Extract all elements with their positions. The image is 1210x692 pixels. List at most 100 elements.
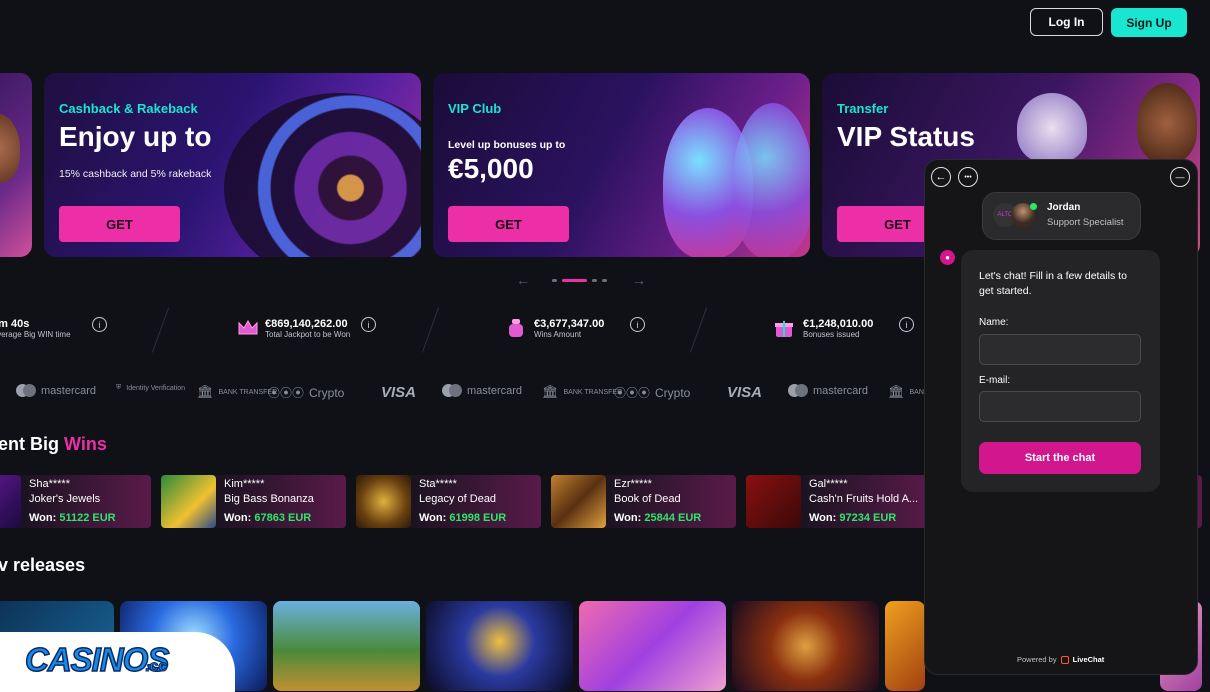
win-amount: Won: 25844 EUR <box>614 512 702 524</box>
name-field[interactable] <box>979 334 1141 365</box>
stat-wins-amount: €3,677,347.00 Wins Amount <box>534 318 604 339</box>
win-card[interactable]: Ezr***** Book of Dead Won: 25844 EUR <box>551 475 736 528</box>
game-tile[interactable] <box>579 601 726 691</box>
info-icon[interactable]: i <box>92 317 107 332</box>
chat-intro: Let's chat! Fill in a few details to get… <box>979 270 1127 297</box>
game-thumbnail <box>746 475 801 528</box>
info-icon[interactable]: i <box>899 317 914 332</box>
carousel-next-icon[interactable]: → <box>632 272 646 288</box>
game-thumbnail <box>356 475 411 528</box>
payment-bank: 🏛BANK TRANSFER <box>197 384 278 399</box>
stat-value: 5m 40s <box>0 318 30 330</box>
win-user: Gal***** <box>809 478 848 490</box>
payment-crypto: ⦿⦿⦿ Crypto <box>614 385 691 401</box>
payment-visa: VISA <box>381 384 417 401</box>
payment-identity: ⛨ Identity Verification <box>116 384 186 392</box>
powered-by: Powered by LiveChat <box>1017 655 1104 664</box>
game-tile[interactable] <box>426 601 573 691</box>
email-field[interactable] <box>979 391 1141 422</box>
divider <box>151 307 170 353</box>
banner-kicker: Transfer <box>837 101 889 116</box>
email-label: E-mail: <box>979 375 1011 386</box>
win-card[interactable]: Kim***** Big Bass Bonanza Won: 67863 EUR <box>161 475 346 528</box>
crown-icon <box>238 319 258 335</box>
person-image <box>0 113 20 183</box>
win-game: Legacy of Dead <box>419 493 497 505</box>
site-logo[interactable]: CASINOS .cc <box>0 632 235 692</box>
carousel-prev-icon[interactable]: ← <box>516 272 530 288</box>
login-button[interactable]: Log In <box>1030 8 1103 36</box>
banner-amount: €5,000 <box>448 153 534 184</box>
start-chat-button[interactable]: Start the chat <box>979 442 1141 474</box>
back-icon[interactable]: ← <box>931 167 951 187</box>
stat-bonuses-issued: €1,248,010.00 Bonuses issued <box>803 318 873 339</box>
stat-value: €869,140,262.00 <box>265 318 348 330</box>
roulette-image <box>224 93 421 257</box>
win-amount: Won: 97234 EUR <box>809 512 897 524</box>
carousel-dot[interactable] <box>602 279 607 282</box>
recent-wins-heading: ent Big Wins <box>0 434 107 454</box>
banner-title: VIP Status <box>837 121 975 152</box>
livechat-logo-icon <box>1060 655 1069 664</box>
banner-subtitle: Level up bonuses up to <box>448 139 566 151</box>
win-card[interactable]: Sta***** Legacy of Dead Won: 61998 EUR <box>356 475 541 528</box>
win-amount: Won: 51122 EUR <box>29 512 116 524</box>
win-game: Joker's Jewels <box>29 493 101 505</box>
bank-icon: 🏛 <box>542 384 559 399</box>
carousel-dot[interactable] <box>552 279 557 282</box>
money-bag-icon <box>509 319 523 337</box>
stat-total-jackpot: €869,140,262.00 Total Jackpot to be Won <box>265 318 350 339</box>
agent-name: Jordan <box>1047 202 1081 213</box>
banner-kicker: Cashback & Rakeback <box>59 101 198 116</box>
game-tile[interactable] <box>732 601 879 691</box>
win-game: Book of Dead <box>614 493 681 505</box>
powered-by-label: Powered by <box>1017 655 1057 664</box>
payment-mastercard: mastercard <box>442 384 522 397</box>
stat-label: Average Big WIN time <box>0 330 71 339</box>
info-icon[interactable]: i <box>630 317 645 332</box>
bank-icon: 🏛 <box>888 384 905 399</box>
more-options-icon[interactable]: ••• <box>958 167 978 187</box>
stat-label: Wins Amount <box>534 330 582 339</box>
banner-cashback[interactable]: Cashback & Rakeback Enjoy up to 15% cash… <box>44 73 421 257</box>
carousel-dots[interactable] <box>552 279 607 282</box>
divider <box>689 307 708 353</box>
powered-by-brand[interactable]: LiveChat <box>1073 655 1105 664</box>
agent-card: ALTO Jordan Support Specialist <box>982 192 1141 240</box>
online-status-icon <box>1030 203 1037 210</box>
mastercard-icon <box>788 384 808 397</box>
banner-partial-left[interactable] <box>0 73 32 257</box>
gift-icon <box>775 321 793 337</box>
coins-icon: ⦿⦿⦿ <box>268 386 305 400</box>
name-label: Name: <box>979 317 1009 328</box>
win-card[interactable]: Sha***** Joker's Jewels Won: 51122 EUR <box>0 475 151 528</box>
banner-get-button[interactable]: GET <box>59 206 180 242</box>
win-user: Kim***** <box>224 478 265 490</box>
signup-button[interactable]: Sign Up <box>1111 8 1187 37</box>
livechat-widget: ← ••• — ALTO Jordan Support Specialist ●… <box>924 159 1198 675</box>
statue-image <box>1017 93 1087 163</box>
new-releases-heading: v releases <box>0 555 86 575</box>
bank-icon: 🏛 <box>197 384 214 399</box>
win-user: Sta***** <box>419 478 457 490</box>
win-card[interactable]: Gal***** Cash'n Fruits Hold A... Won: 97… <box>746 475 931 528</box>
game-tile[interactable] <box>273 601 420 691</box>
agent-role: Support Specialist <box>1047 217 1124 228</box>
mastercard-icon <box>16 384 36 397</box>
carousel-dot-active[interactable] <box>562 279 587 282</box>
shield-icon: ⛨ <box>116 384 122 391</box>
banner-title: Enjoy up to <box>59 121 212 152</box>
info-icon[interactable]: i <box>361 317 376 332</box>
banner-subtitle: 15% cashback and 5% rakeback <box>59 168 212 180</box>
minimize-icon[interactable]: — <box>1170 167 1190 187</box>
banner-get-button[interactable]: GET <box>448 206 569 242</box>
carousel-dot[interactable] <box>592 279 597 282</box>
payment-mastercard: mastercard <box>16 384 96 397</box>
coins-icon: ⦿⦿⦿ <box>614 386 651 400</box>
payment-mastercard: mastercard <box>788 384 868 397</box>
payment-crypto: ⦿⦿⦿ Crypto <box>268 385 345 401</box>
game-thumbnail <box>0 475 21 528</box>
payment-bank: 🏛BANK TRANSFER <box>542 384 623 399</box>
game-tile[interactable] <box>885 601 925 691</box>
banner-vip-club[interactable]: VIP Club Level up bonuses up to €5,000 G… <box>433 73 810 257</box>
